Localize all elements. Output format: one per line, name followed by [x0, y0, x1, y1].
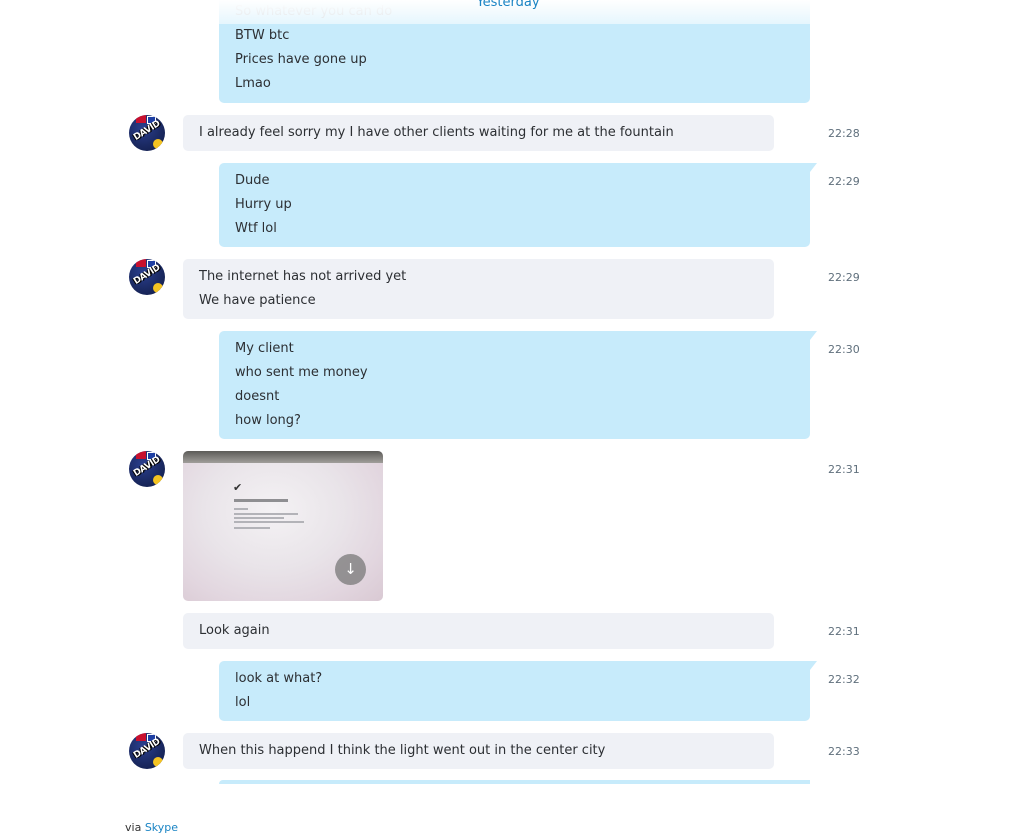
message-line: I already feel sorry my I have other cli… — [199, 125, 674, 140]
photo-text-blur — [234, 527, 270, 529]
avatar-decoration — [153, 757, 163, 767]
outgoing-message[interactable]: So whatever you can do BTW btc Prices ha… — [219, 0, 810, 103]
photo-text-blur — [234, 521, 304, 523]
checkmark-icon: ✔ — [233, 481, 243, 494]
message-timestamp: 22:31 — [828, 625, 860, 638]
outgoing-message[interactable]: Dude Hurry up Wtf lol — [219, 163, 817, 247]
avatar-decoration — [153, 139, 163, 149]
message-line: Prices have gone up — [235, 52, 367, 67]
photo-text-blur — [234, 513, 298, 515]
chat-transcript: Yesterday So whatever you can do BTW btc… — [0, 0, 1016, 784]
message-line: doesnt — [235, 389, 280, 404]
photo-heading-blur — [234, 499, 288, 502]
flag-decoration — [136, 733, 146, 741]
message-line: We have patience — [199, 293, 316, 308]
footer-attribution: via Skype — [125, 821, 178, 835]
photo-text-blur — [234, 508, 248, 510]
avatar-decoration — [153, 475, 163, 485]
outgoing-message[interactable]: look at what? lol — [219, 661, 817, 721]
image-attachment[interactable]: ✔ ↓ — [183, 451, 383, 601]
footer-prefix: via — [125, 821, 142, 834]
message-line: Wtf lol — [235, 221, 277, 236]
message-line: When this happend I think the light went… — [199, 743, 606, 758]
incoming-message[interactable]: When this happend I think the light went… — [183, 733, 774, 769]
message-line: how long? — [235, 413, 301, 428]
incoming-message[interactable]: The internet has not arrived yet We have… — [183, 259, 774, 319]
message-line: who sent me money — [235, 365, 368, 380]
flag-decoration — [136, 115, 146, 123]
message-line: Look again — [199, 623, 270, 638]
flag-decoration — [136, 259, 146, 267]
outgoing-message[interactable]: My client who sent me money doesnt how l… — [219, 331, 817, 439]
message-line: My client — [235, 341, 294, 356]
avatar[interactable]: DAVID — [129, 733, 165, 769]
date-separator: Yesterday — [476, 0, 540, 10]
message-timestamp: 22:29 — [828, 271, 860, 284]
avatar[interactable]: DAVID — [129, 259, 165, 295]
message-line: BTW btc — [235, 28, 290, 43]
message-timestamp: 22:29 — [828, 175, 860, 188]
outgoing-message-partial — [219, 780, 810, 784]
photo-text-blur — [234, 517, 284, 519]
message-line: Lmao — [235, 76, 271, 91]
message-timestamp: 22:31 — [828, 463, 860, 476]
avatar[interactable]: DAVID — [129, 451, 165, 487]
message-timestamp: 22:30 — [828, 343, 860, 356]
incoming-message[interactable]: Look again — [183, 613, 774, 649]
flag-decoration — [136, 451, 146, 459]
message-line: look at what? — [235, 671, 323, 686]
message-line: Dude — [235, 173, 270, 188]
photo-bezel — [183, 451, 383, 463]
message-timestamp: 22:28 — [828, 127, 860, 140]
avatar[interactable]: DAVID — [129, 115, 165, 151]
download-arrow-icon[interactable]: ↓ — [335, 554, 366, 585]
incoming-message[interactable]: I already feel sorry my I have other cli… — [183, 115, 774, 151]
message-line: lol — [235, 695, 251, 710]
skype-link[interactable]: Skype — [145, 821, 178, 834]
message-line: The internet has not arrived yet — [199, 269, 407, 284]
message-timestamp: 22:33 — [828, 745, 860, 758]
avatar-decoration — [153, 283, 163, 293]
message-line: Hurry up — [235, 197, 292, 212]
message-timestamp: 22:32 — [828, 673, 860, 686]
